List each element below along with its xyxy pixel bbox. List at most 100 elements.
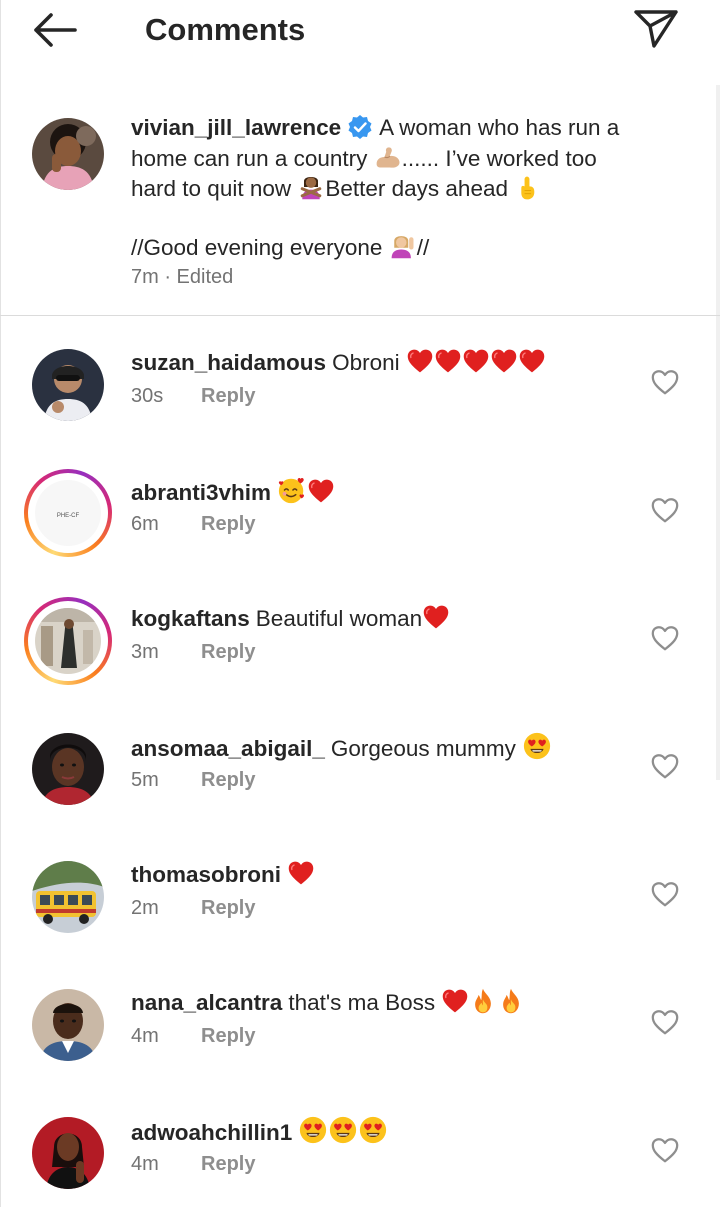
caption-text: vivian_jill_lawrence A woman who has run …: [131, 114, 671, 262]
comment-text: ansomaa_abigail_ Gorgeous mummy: [131, 731, 552, 763]
red-heart-icon: [434, 347, 462, 375]
fire-icon: [469, 987, 497, 1015]
comment-meta: 5m Reply: [131, 769, 255, 792]
red-heart-icon: [490, 347, 518, 375]
fire-icon: [497, 987, 525, 1015]
heart-outline-icon: [650, 498, 680, 529]
reply-button[interactable]: Reply: [201, 897, 255, 919]
red-heart-icon: [462, 347, 490, 375]
top-bar: Comments: [0, 0, 720, 64]
woman-gesturing-no-icon: [297, 173, 325, 201]
caption-line-2: home can run a country: [131, 145, 374, 171]
comments-screen: Comments vivian_jill_lawrenceA woman wh: [0, 0, 720, 1207]
caption-line-5: //Good evening everyone: [131, 234, 389, 260]
comment-timestamp: 5m: [131, 769, 159, 791]
svg-text:PHE-CF: PHE-CF: [57, 513, 80, 519]
like-button[interactable]: [650, 1135, 680, 1165]
like-button[interactable]: [650, 879, 680, 909]
comment-item: nana_alcantra that's ma Boss 4m Reply: [0, 987, 720, 1115]
comment-body: Obroni: [332, 350, 400, 375]
avatar[interactable]: [32, 733, 104, 805]
comment-body: Gorgeous mummy: [330, 736, 516, 761]
caption-username[interactable]: vivian_jill_lawrence: [131, 115, 341, 140]
avatar[interactable]: [35, 608, 101, 674]
like-button[interactable]: [650, 751, 680, 781]
comment-meta: 4m Reply: [131, 1153, 255, 1176]
comment-username[interactable]: abranti3vhim: [131, 480, 271, 505]
comment-text: thomasobroni: [131, 859, 315, 889]
red-heart-icon: [518, 347, 546, 375]
heart-outline-icon: [650, 754, 680, 785]
avatar[interactable]: PHE-CF: [35, 480, 101, 546]
comment-timestamp: 4m: [131, 1153, 159, 1175]
heart-outline-icon: [650, 1010, 680, 1041]
post-caption: vivian_jill_lawrence A woman who has run …: [0, 100, 720, 314]
like-button[interactable]: [650, 623, 680, 653]
avatar[interactable]: [32, 118, 104, 190]
red-heart-icon: [307, 477, 335, 505]
reply-button[interactable]: Reply: [201, 769, 255, 791]
reply-button[interactable]: Reply: [201, 1025, 255, 1047]
red-heart-icon: [441, 987, 469, 1015]
comment-username[interactable]: thomasobroni: [131, 862, 281, 887]
comment-text: adwoahchillin1: [131, 1115, 388, 1147]
caption-line-3-mid: Better days ahead: [325, 176, 515, 201]
avatar[interactable]: [32, 1117, 104, 1189]
paper-plane-icon: [632, 6, 680, 55]
avatar[interactable]: [32, 989, 104, 1061]
caption-meta: 7m · Edited: [131, 266, 234, 288]
avatar[interactable]: [32, 349, 104, 421]
red-heart-icon: [287, 859, 315, 887]
comment-username[interactable]: nana_alcantra: [131, 990, 282, 1015]
comment-username[interactable]: kogkaftans: [131, 606, 250, 631]
comment-timestamp: 30s: [131, 385, 164, 407]
heart-outline-icon: [650, 882, 680, 913]
comment-text: kogkaftans Beautiful woman: [131, 603, 450, 633]
divider: [0, 315, 720, 316]
comment-meta: 30s Reply: [131, 385, 255, 408]
comment-body: Beautiful woman: [255, 606, 423, 631]
smiling-face-with-hearts-icon: [277, 475, 307, 505]
reply-button[interactable]: Reply: [201, 641, 255, 663]
comment-item: PHE-CF abranti3vhim 6m Reply: [0, 469, 720, 603]
verified-badge-icon: [347, 114, 373, 140]
heart-eyes-icon: [298, 1115, 328, 1145]
comment-text: nana_alcantra that's ma Boss: [131, 987, 525, 1017]
caption-line-1: A woman who has run a: [379, 115, 620, 140]
back-button[interactable]: [30, 12, 80, 52]
index-pointing-up-icon: [514, 175, 540, 201]
comment-text: suzan_haidamous Obroni: [131, 347, 546, 377]
comment-timestamp: 3m: [131, 641, 159, 663]
share-button[interactable]: [630, 6, 682, 54]
comment-body: that's ma Boss: [288, 990, 436, 1015]
comment-meta: 3m Reply: [131, 641, 255, 664]
comment-timestamp: 4m: [131, 1025, 159, 1047]
reply-button[interactable]: Reply: [201, 385, 255, 407]
reply-button[interactable]: Reply: [201, 513, 255, 535]
comment-username[interactable]: suzan_haidamous: [131, 350, 326, 375]
avatar[interactable]: [32, 861, 104, 933]
comment-meta: 2m Reply: [131, 897, 255, 920]
reply-button[interactable]: Reply: [201, 1153, 255, 1175]
comment-meta: 4m Reply: [131, 1025, 255, 1048]
like-button[interactable]: [650, 1007, 680, 1037]
red-heart-icon: [422, 603, 450, 631]
caption-line-2-tail: ...... I’ve worked too: [401, 145, 597, 171]
heart-eyes-icon: [328, 1115, 358, 1145]
like-button[interactable]: [650, 367, 680, 397]
comment-item: kogkaftans Beautiful woman 3m Reply: [0, 597, 720, 731]
heart-eyes-icon: [522, 731, 552, 761]
arrow-left-icon: [31, 12, 79, 53]
flexed-biceps-icon: [374, 143, 402, 171]
caption-line-5-tail: //: [416, 234, 430, 260]
caption-line-3: hard to quit now: [131, 176, 298, 201]
comment-item: thomasobroni 2m Reply: [0, 859, 720, 987]
comment-username[interactable]: ansomaa_abigail_: [131, 736, 325, 761]
comment-item: ansomaa_abigail_ Gorgeous mummy 5m Reply: [0, 731, 720, 859]
comment-username[interactable]: adwoahchillin1: [131, 1120, 292, 1145]
comment-timestamp: 6m: [131, 513, 159, 535]
heart-eyes-icon: [358, 1115, 388, 1145]
like-button[interactable]: [650, 495, 680, 525]
heart-outline-icon: [650, 1138, 680, 1169]
comment-timestamp: 2m: [131, 897, 159, 919]
